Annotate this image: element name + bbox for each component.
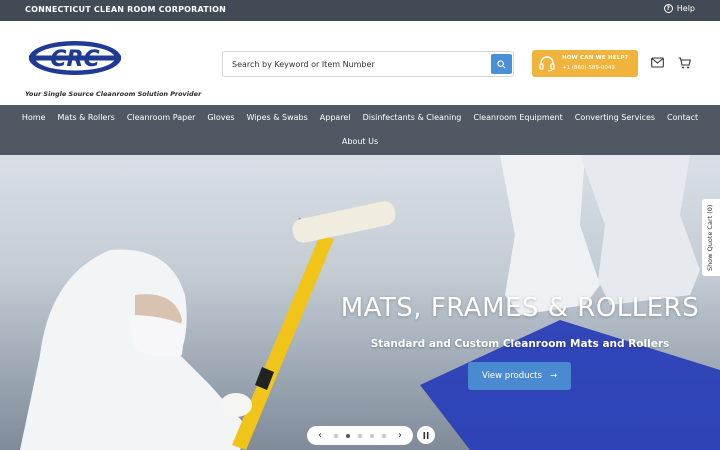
nav-item-disinfectants-cleaning[interactable]: Disinfectants & Cleaning [357,113,468,122]
svg-text:CRC: CRC [50,47,99,72]
pause-button[interactable] [417,426,435,444]
header: CRC Your Single Source Cleanroom Solutio… [0,21,720,105]
slide-dot[interactable] [334,433,338,438]
quote-cart-label: Show Quote Cart (0) [706,204,714,271]
pause-icon [423,431,429,439]
hero-slider: MATS, FRAMES & ROLLERS Standard and Cust… [0,155,720,450]
view-products-button[interactable]: View products → [468,362,571,390]
nav-item-wipes-swabs[interactable]: Wipes & Swabs [241,113,314,122]
help-link[interactable]: ? Help [663,4,695,13]
slide-dots [334,433,386,438]
arrow-right-icon: → [549,371,558,381]
search-icon [497,59,506,68]
quote-cart-tab[interactable]: Show Quote Cart (0) [702,199,720,276]
prev-slide-button[interactable]: ‹ [315,426,325,445]
slide-dot[interactable] [346,433,350,438]
crc-logo[interactable]: CRC [27,39,123,77]
nav-item-home[interactable]: Home [16,113,52,122]
search-button[interactable] [491,54,512,74]
search-input[interactable] [223,52,491,76]
view-products-label: View products [481,371,542,381]
hero-subtitle: Standard and Custom Cleanroom Mats and R… [370,338,670,350]
search-bar [222,51,514,77]
slide-dot[interactable] [382,433,386,438]
top-bar: CONNECTICUT CLEAN ROOM CORPORATION ? Hel… [0,0,720,21]
nav-item-gloves[interactable]: Gloves [201,113,240,122]
slide-dot[interactable] [370,433,374,438]
help-label: Help [676,4,695,13]
callbox-title: HOW CAN WE HELP? [562,55,629,61]
nav-item-converting-services[interactable]: Converting Services [569,113,661,122]
hero-title: MATS, FRAMES & ROLLERS [340,293,700,323]
nav-item-cleanroom-equipment[interactable]: Cleanroom Equipment [467,113,568,122]
slide-dot[interactable] [358,433,362,438]
nav-item-about-us[interactable]: About Us [336,137,384,146]
cart-icon[interactable] [678,57,691,69]
callbox-phone: +1 (860) 589-0049 [562,65,615,71]
nav-item-mats-rollers[interactable]: Mats & Rollers [51,113,120,122]
slider-controls: ‹ › [307,426,413,445]
help-icon: ? [663,4,673,13]
nav-item-apparel[interactable]: Apparel [314,113,357,122]
help-callbox[interactable]: HOW CAN WE HELP? +1 (860) 589-0049 [532,50,638,77]
company-name: CONNECTICUT CLEAN ROOM CORPORATION [25,5,227,14]
mail-icon[interactable] [651,57,664,68]
nav-item-contact[interactable]: Contact [661,113,704,122]
nav-row-secondary: About Us [0,137,720,146]
headset-icon [539,56,555,72]
next-slide-button[interactable]: › [395,426,405,445]
main-nav: Home Mats & Rollers Cleanroom Paper Gloves W… [0,105,720,155]
tagline: Your Single Source Cleanroom Solution Pr… [25,90,202,98]
nav-item-cleanroom-paper[interactable]: Cleanroom Paper [121,113,202,122]
nav-row-primary: Home Mats & Rollers Cleanroom Paper Gloves W… [0,113,720,122]
